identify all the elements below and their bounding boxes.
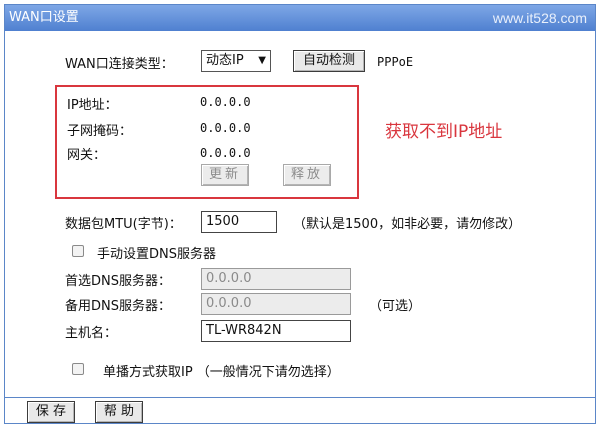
primary-dns-input[interactable]: 0.0.0.0 xyxy=(201,268,351,290)
mtu-input[interactable]: 1500 xyxy=(201,211,277,233)
connection-type-label: WAN口连接类型： xyxy=(65,57,174,72)
primary-dns-label: 首选DNS服务器： xyxy=(65,274,171,289)
host-name-input[interactable]: TL-WR842N xyxy=(201,320,351,342)
secondary-dns-input[interactable]: 0.0.0.0 xyxy=(201,293,351,315)
ip-failure-note: 获取不到IP地址 xyxy=(385,122,503,142)
connection-type-value: 动态IP xyxy=(206,53,244,68)
wan-settings-panel: WAN口设置 www.it528.com WAN口连接类型： 动态IP ▼ 自动… xyxy=(4,4,596,424)
connection-type-select[interactable]: 动态IP ▼ xyxy=(201,50,271,72)
gateway-label: 网关： xyxy=(67,148,107,163)
renew-button[interactable]: 更新 xyxy=(201,164,249,186)
manual-dns-label: 手动设置DNS服务器 xyxy=(97,247,216,262)
mtu-label: 数据包MTU(字节)： xyxy=(65,217,182,232)
manual-dns-checkbox[interactable] xyxy=(72,245,84,257)
secondary-dns-label: 备用DNS服务器： xyxy=(65,299,171,314)
footer-bar: 保 存 帮 助 xyxy=(5,397,595,423)
ip-address-label: IP地址： xyxy=(67,98,118,113)
unicast-checkbox[interactable] xyxy=(72,363,84,375)
unicast-label: 单播方式获取IP （一般情况下请勿选择） xyxy=(103,365,340,380)
save-button[interactable]: 保 存 xyxy=(27,401,75,423)
auto-detect-button[interactable]: 自动检测 xyxy=(293,50,365,72)
help-button[interactable]: 帮 助 xyxy=(95,401,143,423)
host-name-label: 主机名： xyxy=(65,326,118,341)
dropdown-arrow-icon: ▼ xyxy=(258,55,266,66)
ip-address-value: 0.0.0.0 xyxy=(200,95,251,109)
watermark: www.it528.com xyxy=(492,10,587,26)
subnet-mask-value: 0.0.0.0 xyxy=(200,121,251,135)
panel-title-bar: WAN口设置 www.it528.com xyxy=(5,5,595,31)
pppoe-text: PPPoE xyxy=(377,55,414,69)
subnet-mask-label: 子网掩码： xyxy=(67,124,133,139)
mtu-hint: （默认是1500，如非必要，请勿修改） xyxy=(293,217,522,232)
gateway-value: 0.0.0.0 xyxy=(200,146,251,160)
panel-title: WAN口设置 xyxy=(9,10,79,25)
release-button[interactable]: 释放 xyxy=(283,164,331,186)
optional-hint: （可选） xyxy=(369,299,422,314)
